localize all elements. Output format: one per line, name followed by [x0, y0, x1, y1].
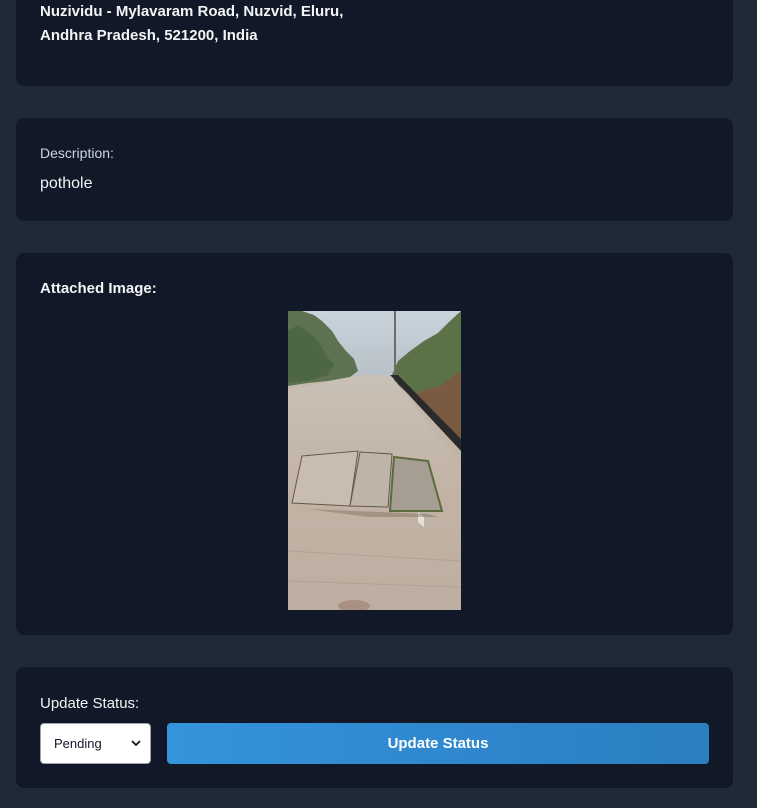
status-select-value: Pending	[54, 736, 102, 751]
address-line-1: Nuzividu - Mylavaram Road, Nuzvid, Eluru…	[40, 3, 344, 20]
attached-image	[288, 311, 461, 610]
attached-image-label: Attached Image:	[40, 280, 157, 297]
description-label: Description:	[40, 145, 114, 161]
address-line-2: Andhra Pradesh, 521200, India	[40, 27, 258, 44]
update-status-card: Update Status: Pending Update Status	[16, 667, 733, 788]
status-select[interactable]: Pending	[40, 723, 151, 764]
description-value: pothole	[40, 175, 93, 192]
update-status-button[interactable]: Update Status	[167, 723, 709, 764]
description-card: Description: pothole	[16, 118, 733, 221]
chevron-down-icon	[130, 724, 142, 763]
update-status-label: Update Status:	[40, 695, 140, 712]
address-text: Nuzividu - Mylavaram Road, Nuzvid, Eluru…	[40, 0, 343, 48]
road-photo	[288, 311, 461, 610]
address-card: Nuzividu - Mylavaram Road, Nuzvid, Eluru…	[16, 0, 733, 86]
attached-image-card: Attached Image:	[16, 253, 733, 635]
